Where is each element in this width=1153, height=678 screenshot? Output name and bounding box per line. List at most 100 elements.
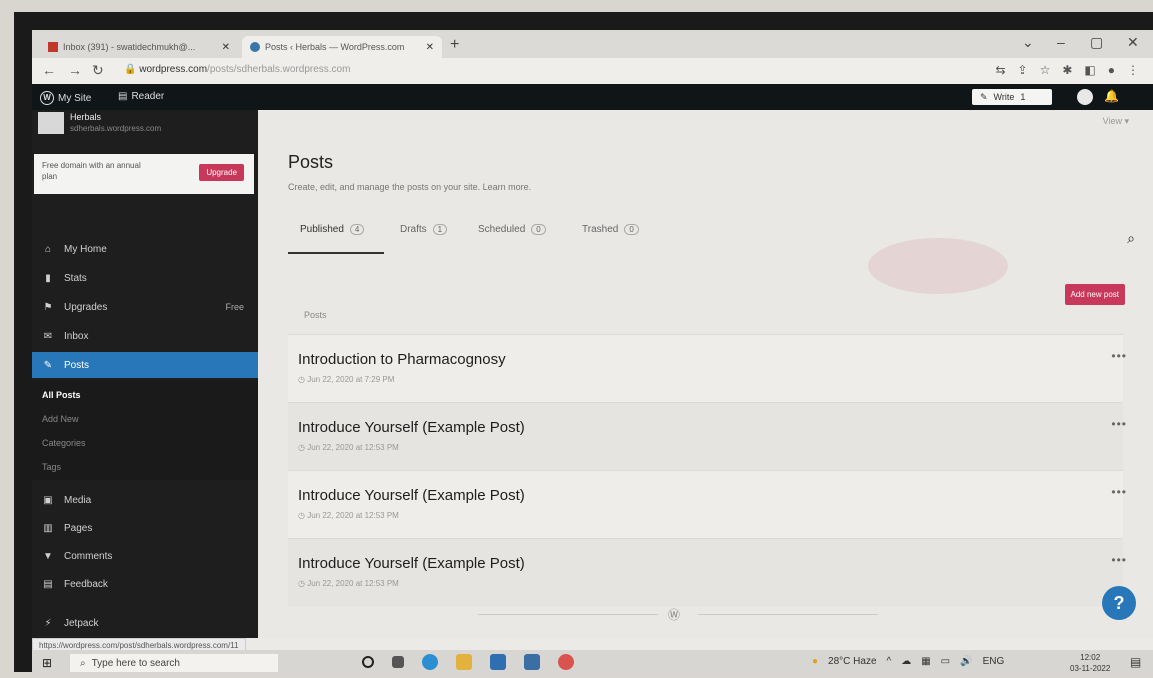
list-item[interactable]: Introduce Yourself (Example Post) ◷ Jun …: [288, 470, 1126, 538]
sidebar-item-label: My Home: [64, 243, 107, 255]
close-icon[interactable]: ✕: [222, 42, 230, 53]
star-icon[interactable]: ☆: [1040, 63, 1051, 77]
submenu-categories[interactable]: Categories: [42, 438, 86, 448]
free-badge: Free: [225, 302, 244, 312]
reader-link[interactable]: ▤ Reader: [118, 91, 164, 102]
notifications-icon[interactable]: ▤: [1130, 655, 1141, 669]
browser-tab-wordpress[interactable]: Posts ‹ Herbals — WordPress.com ✕: [242, 36, 442, 58]
media-icon: ▣: [43, 494, 53, 506]
upgrade-button[interactable]: Upgrade: [199, 164, 244, 181]
sidebar-item-label: Upgrades: [64, 301, 108, 313]
translate-icon[interactable]: ⇆: [995, 63, 1005, 77]
tab-label: Scheduled: [478, 224, 526, 235]
posts-list: Posts Introduction to Pharmacognosy ◷ Ju…: [288, 296, 1126, 636]
profile-icon[interactable]: ●: [1108, 63, 1115, 77]
tab-trashed[interactable]: Trashed 0: [582, 224, 639, 235]
url-field[interactable]: 🔒 wordpress.com/posts/sdherbals.wordpres…: [124, 64, 350, 75]
post-title[interactable]: Introduce Yourself (Example Post): [298, 419, 525, 436]
weather-icon: ●: [812, 656, 819, 667]
post-title[interactable]: Introduce Yourself (Example Post): [298, 555, 525, 572]
divider: [478, 614, 658, 615]
store-icon[interactable]: [490, 654, 506, 670]
sidebar-item-feedback[interactable]: ▤ Feedback: [32, 571, 258, 597]
share-icon[interactable]: ⇪: [1018, 63, 1028, 77]
sidebar-item-jetpack[interactable]: ⚡ Jetpack: [32, 610, 258, 636]
windows-start-icon[interactable]: ⊞: [42, 656, 52, 670]
tab-published[interactable]: Published 4: [300, 224, 365, 235]
list-item[interactable]: Introduce Yourself (Example Post) ◷ Jun …: [288, 402, 1126, 470]
forward-icon[interactable]: →: [68, 62, 82, 78]
extensions-icon[interactable]: ✱: [1062, 63, 1072, 77]
mail-icon[interactable]: [524, 654, 540, 670]
pin-icon: ✎: [43, 359, 53, 371]
file-explorer-icon[interactable]: [456, 654, 472, 670]
submenu-all-posts[interactable]: All Posts: [42, 390, 81, 400]
chrome-icon[interactable]: [558, 654, 574, 670]
more-icon[interactable]: •••: [1111, 349, 1127, 363]
onedrive-icon[interactable]: ☁: [901, 656, 911, 667]
maximize-icon[interactable]: ▢: [1090, 34, 1103, 51]
volume-icon[interactable]: 🔊: [960, 656, 972, 667]
tab-scheduled[interactable]: Scheduled 0: [478, 224, 546, 235]
search-icon[interactable]: ⌕: [1127, 230, 1135, 247]
site-icon: [38, 112, 64, 134]
sidebar-item-posts[interactable]: ✎ Posts: [32, 352, 266, 378]
site-header[interactable]: Herbals sdherbals.wordpress.com: [38, 112, 161, 134]
task-view-icon[interactable]: [392, 656, 404, 668]
new-tab-icon[interactable]: +: [450, 36, 459, 54]
submenu-add-new[interactable]: Add New: [42, 414, 79, 424]
sidebar-item-my-home[interactable]: ⌂ My Home: [32, 236, 258, 262]
search-icon: ⌕: [80, 657, 86, 669]
clock-date: 03-11-2022: [1070, 664, 1111, 673]
chevron-up-icon[interactable]: ^: [887, 656, 892, 667]
list-item[interactable]: Introduction to Pharmacognosy ◷ Jun 22, …: [288, 334, 1126, 402]
sidebar-item-stats[interactable]: ▮ Stats: [32, 265, 258, 291]
back-icon[interactable]: ←: [42, 62, 56, 78]
cortana-icon[interactable]: [362, 656, 374, 668]
clock[interactable]: 12:02 03-11-2022: [1070, 652, 1110, 674]
write-button[interactable]: ✎ Write 1: [972, 89, 1052, 105]
sidebar-item-comments[interactable]: ▼ Comments: [32, 543, 258, 569]
wordpress-icon: Ⓦ: [668, 608, 681, 622]
sidebar-item-pages[interactable]: ▥ Pages: [32, 515, 258, 541]
weather-text[interactable]: 28°C Haze: [828, 656, 876, 667]
pencil-icon: ✎: [980, 91, 988, 102]
help-button[interactable]: ?: [1102, 586, 1136, 620]
edge-icon[interactable]: [422, 654, 438, 670]
gmail-icon: [48, 42, 58, 52]
sidepanel-icon[interactable]: ◧: [1084, 63, 1095, 77]
reload-icon[interactable]: ↻: [92, 62, 104, 79]
more-icon[interactable]: •••: [1111, 553, 1127, 567]
chevron-down-icon[interactable]: ⌄: [1022, 34, 1034, 51]
screen: Inbox (391) - swatidechmukh@... ✕ Posts …: [32, 30, 1153, 675]
bell-icon[interactable]: 🔔: [1104, 89, 1119, 103]
sidebar-item-media[interactable]: ▣ Media: [32, 487, 258, 513]
network-icon[interactable]: ▦: [921, 656, 930, 667]
view-dropdown[interactable]: View ▾: [1103, 116, 1129, 127]
post-title[interactable]: Introduce Yourself (Example Post): [298, 487, 525, 504]
tab-drafts[interactable]: Drafts 1: [400, 224, 448, 235]
close-window-icon[interactable]: ✕: [1127, 34, 1139, 51]
sidebar-item-label: Jetpack: [64, 617, 99, 629]
sidebar-item-inbox[interactable]: ✉ Inbox: [32, 323, 258, 349]
language-indicator[interactable]: ENG: [983, 656, 1005, 667]
tab-title: Posts ‹ Herbals — WordPress.com: [265, 42, 405, 52]
browser-tab-gmail[interactable]: Inbox (391) - swatidechmukh@... ✕: [40, 36, 238, 58]
my-site-link[interactable]: W My Site: [40, 91, 91, 105]
sidebar-item-label: Stats: [64, 272, 87, 284]
menu-icon[interactable]: ⋮: [1127, 63, 1139, 77]
list-item[interactable]: Introduce Yourself (Example Post) ◷ Jun …: [288, 538, 1126, 606]
sidebar-item-upgrades[interactable]: ⚑ Upgrades Free: [32, 294, 258, 320]
more-icon[interactable]: •••: [1111, 417, 1127, 431]
more-icon[interactable]: •••: [1111, 485, 1127, 499]
avatar[interactable]: [1077, 89, 1093, 105]
lock-icon: 🔒: [124, 64, 140, 75]
taskbar-search[interactable]: ⌕ Type here to search: [70, 654, 278, 672]
post-title[interactable]: Introduction to Pharmacognosy: [298, 351, 506, 368]
close-icon[interactable]: ✕: [426, 42, 434, 53]
minimize-icon[interactable]: –: [1057, 34, 1065, 50]
post-date: ◷ Jun 22, 2020 at 12:53 PM: [298, 443, 399, 452]
battery-icon[interactable]: ▭: [941, 656, 950, 667]
submenu-tags[interactable]: Tags: [42, 462, 61, 472]
tab-count: 0: [624, 224, 639, 235]
